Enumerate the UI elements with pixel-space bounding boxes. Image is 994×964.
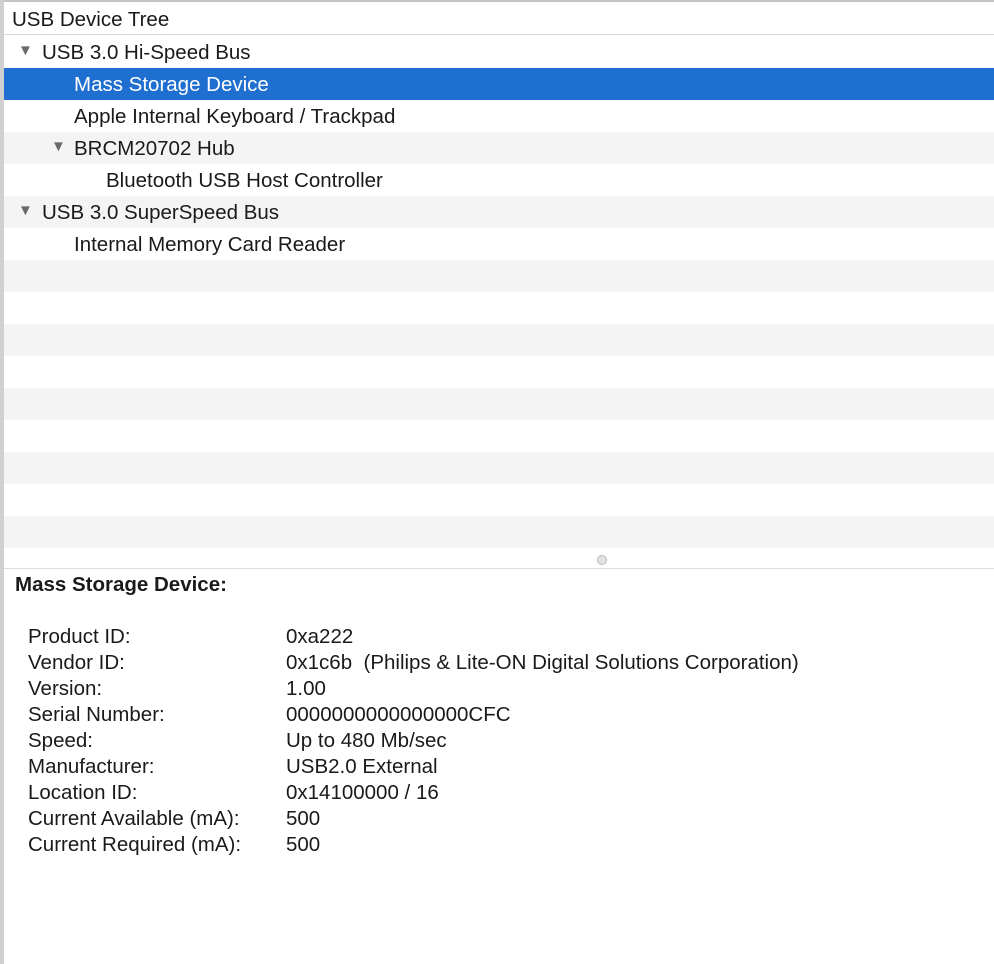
tree-row-usb-superspeed-bus[interactable]: ▼ USB 3.0 SuperSpeed Bus xyxy=(4,196,994,228)
tree-row-label: Bluetooth USB Host Controller xyxy=(106,169,383,192)
property-value: 0xa222 xyxy=(286,625,354,648)
tree-row-apple-internal-keyboard[interactable]: Apple Internal Keyboard / Trackpad xyxy=(4,100,994,132)
split-view-handle[interactable] xyxy=(597,555,607,565)
property-row-product-id: Product ID: 0xa222 xyxy=(28,625,928,651)
property-key: Current Available (mA): xyxy=(28,807,240,830)
tree-row-usb-hi-speed-bus[interactable]: ▼ USB 3.0 Hi-Speed Bus xyxy=(4,36,994,68)
tree-row-brcm20702-hub[interactable]: ▼ BRCM20702 Hub xyxy=(4,132,994,164)
property-key: Manufacturer: xyxy=(28,755,155,778)
tree-row-mass-storage-device[interactable]: Mass Storage Device xyxy=(4,68,994,100)
tree-row-label: Apple Internal Keyboard / Trackpad xyxy=(74,105,396,128)
property-row-version: Version: 1.00 xyxy=(28,677,928,703)
property-value: 1.00 xyxy=(286,677,326,700)
empty-row xyxy=(4,420,994,452)
property-key: Speed: xyxy=(28,729,93,752)
property-key: Current Required (mA): xyxy=(28,833,242,856)
empty-row xyxy=(4,324,994,356)
tree-row-label: Internal Memory Card Reader xyxy=(74,233,346,256)
device-detail-pane: Mass Storage Device: Product ID: 0xa222 … xyxy=(4,569,994,964)
tree-column-header[interactable]: USB Device Tree xyxy=(4,2,994,35)
empty-row xyxy=(4,356,994,388)
property-row-serial-number: Serial Number: 0000000000000000CFC xyxy=(28,703,928,729)
tree-row-label: BRCM20702 Hub xyxy=(74,137,235,160)
property-value: Up to 480 Mb/sec xyxy=(286,729,447,752)
property-value: 0000000000000000CFC xyxy=(286,703,511,726)
tree-row-label: USB 3.0 Hi-Speed Bus xyxy=(42,41,251,64)
property-list: Product ID: 0xa222 Vendor ID: 0x1c6b (Ph… xyxy=(28,625,928,859)
property-key: Location ID: xyxy=(28,781,138,804)
tree-row-internal-memory-card-reader[interactable]: Internal Memory Card Reader xyxy=(4,228,994,260)
empty-row xyxy=(4,292,994,324)
property-row-location-id: Location ID: 0x14100000 / 16 xyxy=(28,781,928,807)
empty-row xyxy=(4,260,994,292)
empty-row xyxy=(4,452,994,484)
property-row-manufacturer: Manufacturer: USB2.0 External xyxy=(28,755,928,781)
property-key: Serial Number: xyxy=(28,703,165,726)
empty-row xyxy=(4,484,994,516)
property-row-current-required: Current Required (mA): 500 xyxy=(28,833,928,859)
tree-rows: ▼ USB 3.0 Hi-Speed Bus Mass Storage Devi… xyxy=(4,36,994,548)
property-value: USB2.0 External xyxy=(286,755,438,778)
property-row-speed: Speed: Up to 480 Mb/sec xyxy=(28,729,928,755)
empty-row xyxy=(4,516,994,548)
tree-row-label: USB 3.0 SuperSpeed Bus xyxy=(42,201,280,224)
detail-title: Mass Storage Device: xyxy=(15,573,227,596)
property-row-current-available: Current Available (mA): 500 xyxy=(28,807,928,833)
tree-header-label: USB Device Tree xyxy=(12,8,170,31)
tree-row-bluetooth-usb-host-controller[interactable]: Bluetooth USB Host Controller xyxy=(4,164,994,196)
property-key: Product ID: xyxy=(28,625,131,648)
property-row-vendor-id: Vendor ID: 0x1c6b (Philips & Lite-ON Dig… xyxy=(28,651,928,677)
property-value: 500 xyxy=(286,807,321,830)
property-key: Vendor ID: xyxy=(28,651,125,674)
disclosure-triangle-icon[interactable]: ▼ xyxy=(18,42,33,59)
property-value: 500 xyxy=(286,833,321,856)
property-value: 0x1c6b (Philips & Lite-ON Digital Soluti… xyxy=(286,651,799,674)
disclosure-triangle-icon[interactable]: ▼ xyxy=(18,202,33,219)
system-information-window: USB Device Tree ▼ USB 3.0 Hi-Speed Bus M… xyxy=(0,0,994,964)
property-key: Version: xyxy=(28,677,103,700)
disclosure-triangle-icon[interactable]: ▼ xyxy=(51,138,66,155)
tree-row-label: Mass Storage Device xyxy=(74,73,269,96)
usb-device-tree-pane[interactable]: USB Device Tree ▼ USB 3.0 Hi-Speed Bus M… xyxy=(4,2,994,554)
property-value: 0x14100000 / 16 xyxy=(286,781,439,804)
empty-row xyxy=(4,388,994,420)
